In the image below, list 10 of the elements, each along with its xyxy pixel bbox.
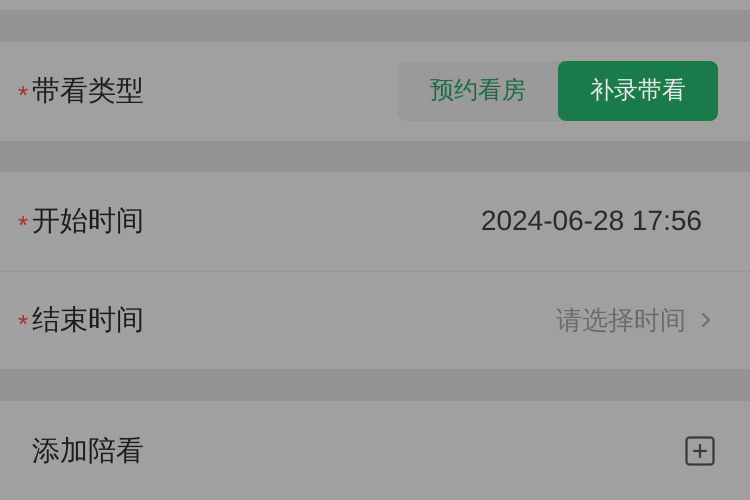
required-mark: * — [18, 78, 28, 112]
required-mark: * — [18, 208, 28, 242]
time-value[interactable]: 2024-06-28 17:56 — [480, 200, 702, 242]
field-label: 添加陪看 — [32, 434, 144, 468]
field-label: 开始时间 — [32, 204, 144, 238]
segment-tab[interactable]: 补录带看 — [558, 61, 718, 122]
field-label: 结束时间 — [32, 303, 144, 338]
field-label: 带看类型 — [32, 74, 144, 108]
required-mark: * — [18, 308, 28, 341]
segment-tab[interactable]: 预约看房 — [398, 61, 558, 122]
